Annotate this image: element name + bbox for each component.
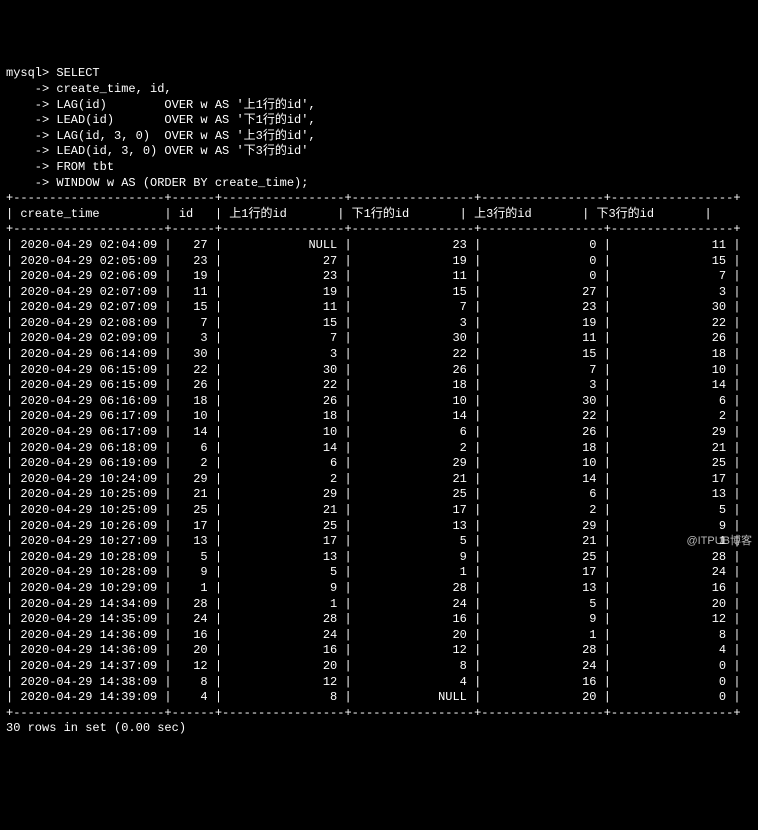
watermark: @ITPUB博客 — [686, 534, 752, 548]
terminal-output: mysql> SELECT -> create_time, id, -> LAG… — [6, 66, 752, 737]
